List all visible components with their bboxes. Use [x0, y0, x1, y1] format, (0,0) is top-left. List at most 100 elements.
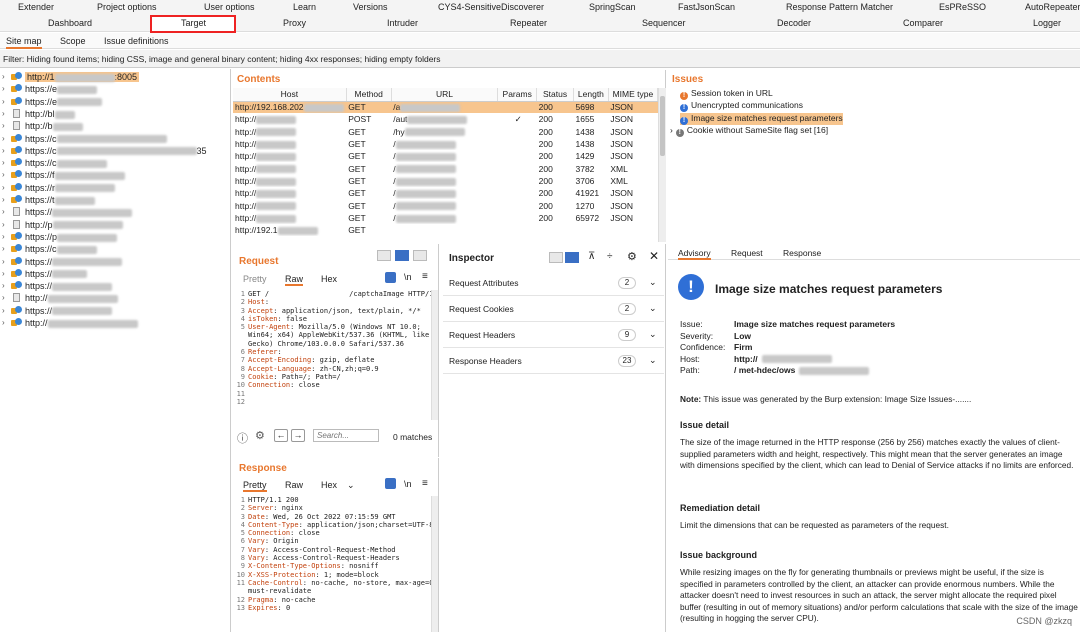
chevron-right-icon[interactable]: ›: [2, 121, 5, 130]
chevron-down-icon[interactable]: ⌄: [649, 303, 657, 314]
response-scrollbar[interactable]: [431, 496, 438, 632]
menu-icon[interactable]: ≡: [422, 478, 428, 489]
request-tab-hex[interactable]: Hex: [321, 274, 337, 284]
tab-scope[interactable]: Scope: [60, 36, 86, 46]
menu-user-options[interactable]: User options: [204, 2, 255, 12]
advisory-tab-response[interactable]: Response: [783, 248, 821, 258]
menu-learn[interactable]: Learn: [293, 2, 316, 12]
table-row[interactable]: http://GET / 200 41921 JSON: [233, 187, 658, 199]
sitemap-item[interactable]: › https://: [0, 256, 231, 268]
chevron-right-icon[interactable]: ›: [670, 125, 673, 135]
advisory-tab-advisory[interactable]: Advisory: [678, 248, 711, 260]
table-row[interactable]: http://GET / 200 3782 XML: [233, 162, 658, 174]
chevron-right-icon[interactable]: ›: [2, 183, 5, 192]
contents-scroll-thumb[interactable]: [660, 96, 665, 156]
table-row[interactable]: http://192.1 GET: [233, 224, 658, 236]
inspector-row-response-headers[interactable]: Response Headers 23 ⌄: [443, 348, 664, 374]
expand-all-icon[interactable]: ÷: [607, 251, 613, 262]
inspector-row-request-cookies[interactable]: Request Cookies 2 ⌄: [443, 296, 664, 322]
chevron-right-icon[interactable]: ›: [2, 257, 5, 266]
help-icon[interactable]: ⓘ: [237, 430, 248, 446]
chevron-right-icon[interactable]: ›: [2, 281, 5, 290]
chevron-right-icon[interactable]: ›: [2, 97, 5, 106]
menu-comparer[interactable]: Comparer: [903, 18, 943, 28]
chevron-right-icon[interactable]: ›: [2, 170, 5, 179]
close-icon[interactable]: ✕: [649, 249, 659, 263]
menu-project-options[interactable]: Project options: [97, 2, 157, 12]
table-row[interactable]: http://GET / 200 1438 JSON: [233, 138, 658, 150]
chevron-right-icon[interactable]: ›: [2, 134, 5, 143]
table-row[interactable]: http://GET/hy 200 1438 JSON: [233, 126, 658, 138]
menu-target[interactable]: Target: [181, 18, 206, 28]
column-header-mime[interactable]: MIME type: [608, 88, 659, 102]
newline-icon[interactable]: \n: [404, 272, 412, 282]
inspector-row-request-headers[interactable]: Request Headers 9 ⌄: [443, 322, 664, 348]
chevron-right-icon[interactable]: ›: [2, 232, 5, 241]
menu-response-pattern-matcher[interactable]: Response Pattern Matcher: [786, 2, 893, 12]
menu-decoder[interactable]: Decoder: [777, 18, 811, 28]
forward-arrow-icon[interactable]: →: [291, 429, 305, 442]
sitemap-item[interactable]: › http://1:8005: [0, 71, 231, 83]
column-header-host[interactable]: Host: [233, 88, 347, 102]
response-tab-pretty[interactable]: Pretty: [243, 480, 267, 492]
chevron-right-icon[interactable]: ›: [2, 84, 5, 93]
sitemap-item[interactable]: › https://e: [0, 83, 231, 95]
table-row[interactable]: http://POST/aut ✓ 200 1655 JSON: [233, 113, 658, 125]
sitemap-item[interactable]: › http://bl: [0, 108, 231, 120]
chevron-right-icon[interactable]: ›: [2, 220, 5, 229]
column-header-length[interactable]: Length: [573, 88, 609, 102]
column-header-params[interactable]: Params: [497, 88, 538, 102]
request-editor[interactable]: 1 GET / /captchaImage HTTP/1.1 2 Host: 3 Acce…: [235, 290, 431, 420]
back-arrow-icon[interactable]: ←: [274, 429, 288, 442]
chevron-right-icon[interactable]: ›: [2, 158, 5, 167]
chevron-right-icon[interactable]: ›: [2, 146, 5, 155]
sitemap-item[interactable]: › https://: [0, 305, 231, 317]
menu-proxy[interactable]: Proxy: [283, 18, 306, 28]
chevron-right-icon[interactable]: ›: [2, 195, 5, 204]
sitemap-item[interactable]: › https://p: [0, 231, 231, 243]
sitemap-item[interactable]: › https://c: [0, 133, 231, 145]
chevron-right-icon[interactable]: ›: [2, 109, 5, 118]
chevron-right-icon[interactable]: ›: [2, 207, 5, 216]
request-scrollbar[interactable]: [431, 290, 438, 420]
menu-dashboard[interactable]: Dashboard: [48, 18, 92, 28]
chevron-down-icon[interactable]: ⌄: [347, 480, 355, 491]
chevron-right-icon[interactable]: ›: [2, 306, 5, 315]
request-tab-pretty[interactable]: Pretty: [243, 274, 267, 284]
menu-fastjsonscan[interactable]: FastJsonScan: [678, 2, 735, 12]
menu-icon[interactable]: ≡: [422, 271, 428, 282]
menu-versions[interactable]: Versions: [353, 2, 388, 12]
chevron-right-icon[interactable]: ›: [2, 293, 5, 302]
inspector-row-request-attributes[interactable]: Request Attributes 2 ⌄: [443, 270, 664, 296]
issue-item[interactable]: ! Session token in URL: [680, 88, 773, 100]
menu-intruder[interactable]: Intruder: [387, 18, 418, 28]
tab-issue-definitions[interactable]: Issue definitions: [104, 36, 169, 46]
response-tab-raw[interactable]: Raw: [285, 480, 303, 490]
sitemap-item[interactable]: › https://t: [0, 194, 231, 206]
chevron-down-icon[interactable]: ⌄: [649, 329, 657, 340]
column-header-url[interactable]: URL: [391, 88, 499, 102]
layout-split-icon[interactable]: [549, 252, 563, 263]
menu-cys4-sensitivediscoverer[interactable]: CYS4-SensitiveDiscoverer: [438, 2, 544, 12]
sitemap-item[interactable]: › http://p: [0, 219, 231, 231]
chevron-right-icon[interactable]: ›: [2, 72, 5, 81]
menu-springscan[interactable]: SpringScan: [589, 2, 636, 12]
word-wrap-icon[interactable]: [385, 272, 396, 283]
chevron-right-icon[interactable]: ›: [2, 318, 5, 327]
issue-item[interactable]: ! Image size matches request parameters: [680, 112, 843, 125]
sitemap-item[interactable]: › https://: [0, 268, 231, 280]
menu-sequencer[interactable]: Sequencer: [642, 18, 686, 28]
sitemap-item[interactable]: › http://b: [0, 120, 231, 132]
layout-horizontal-icon[interactable]: [395, 250, 409, 261]
layout-horizontal-icon[interactable]: [565, 252, 579, 263]
gear-icon[interactable]: ⚙: [627, 250, 637, 263]
newline-icon[interactable]: \n: [404, 479, 412, 489]
contents-scrollbar[interactable]: [658, 88, 666, 242]
sitemap-item[interactable]: › https://c: [0, 243, 231, 255]
sitemap-item[interactable]: › http://: [0, 317, 231, 329]
menu-extender[interactable]: Extender: [18, 2, 54, 12]
request-tab-raw[interactable]: Raw: [285, 274, 304, 286]
chevron-down-icon[interactable]: ⌄: [649, 277, 657, 288]
gear-icon[interactable]: ⚙: [255, 429, 265, 442]
chevron-right-icon[interactable]: ›: [2, 244, 5, 253]
